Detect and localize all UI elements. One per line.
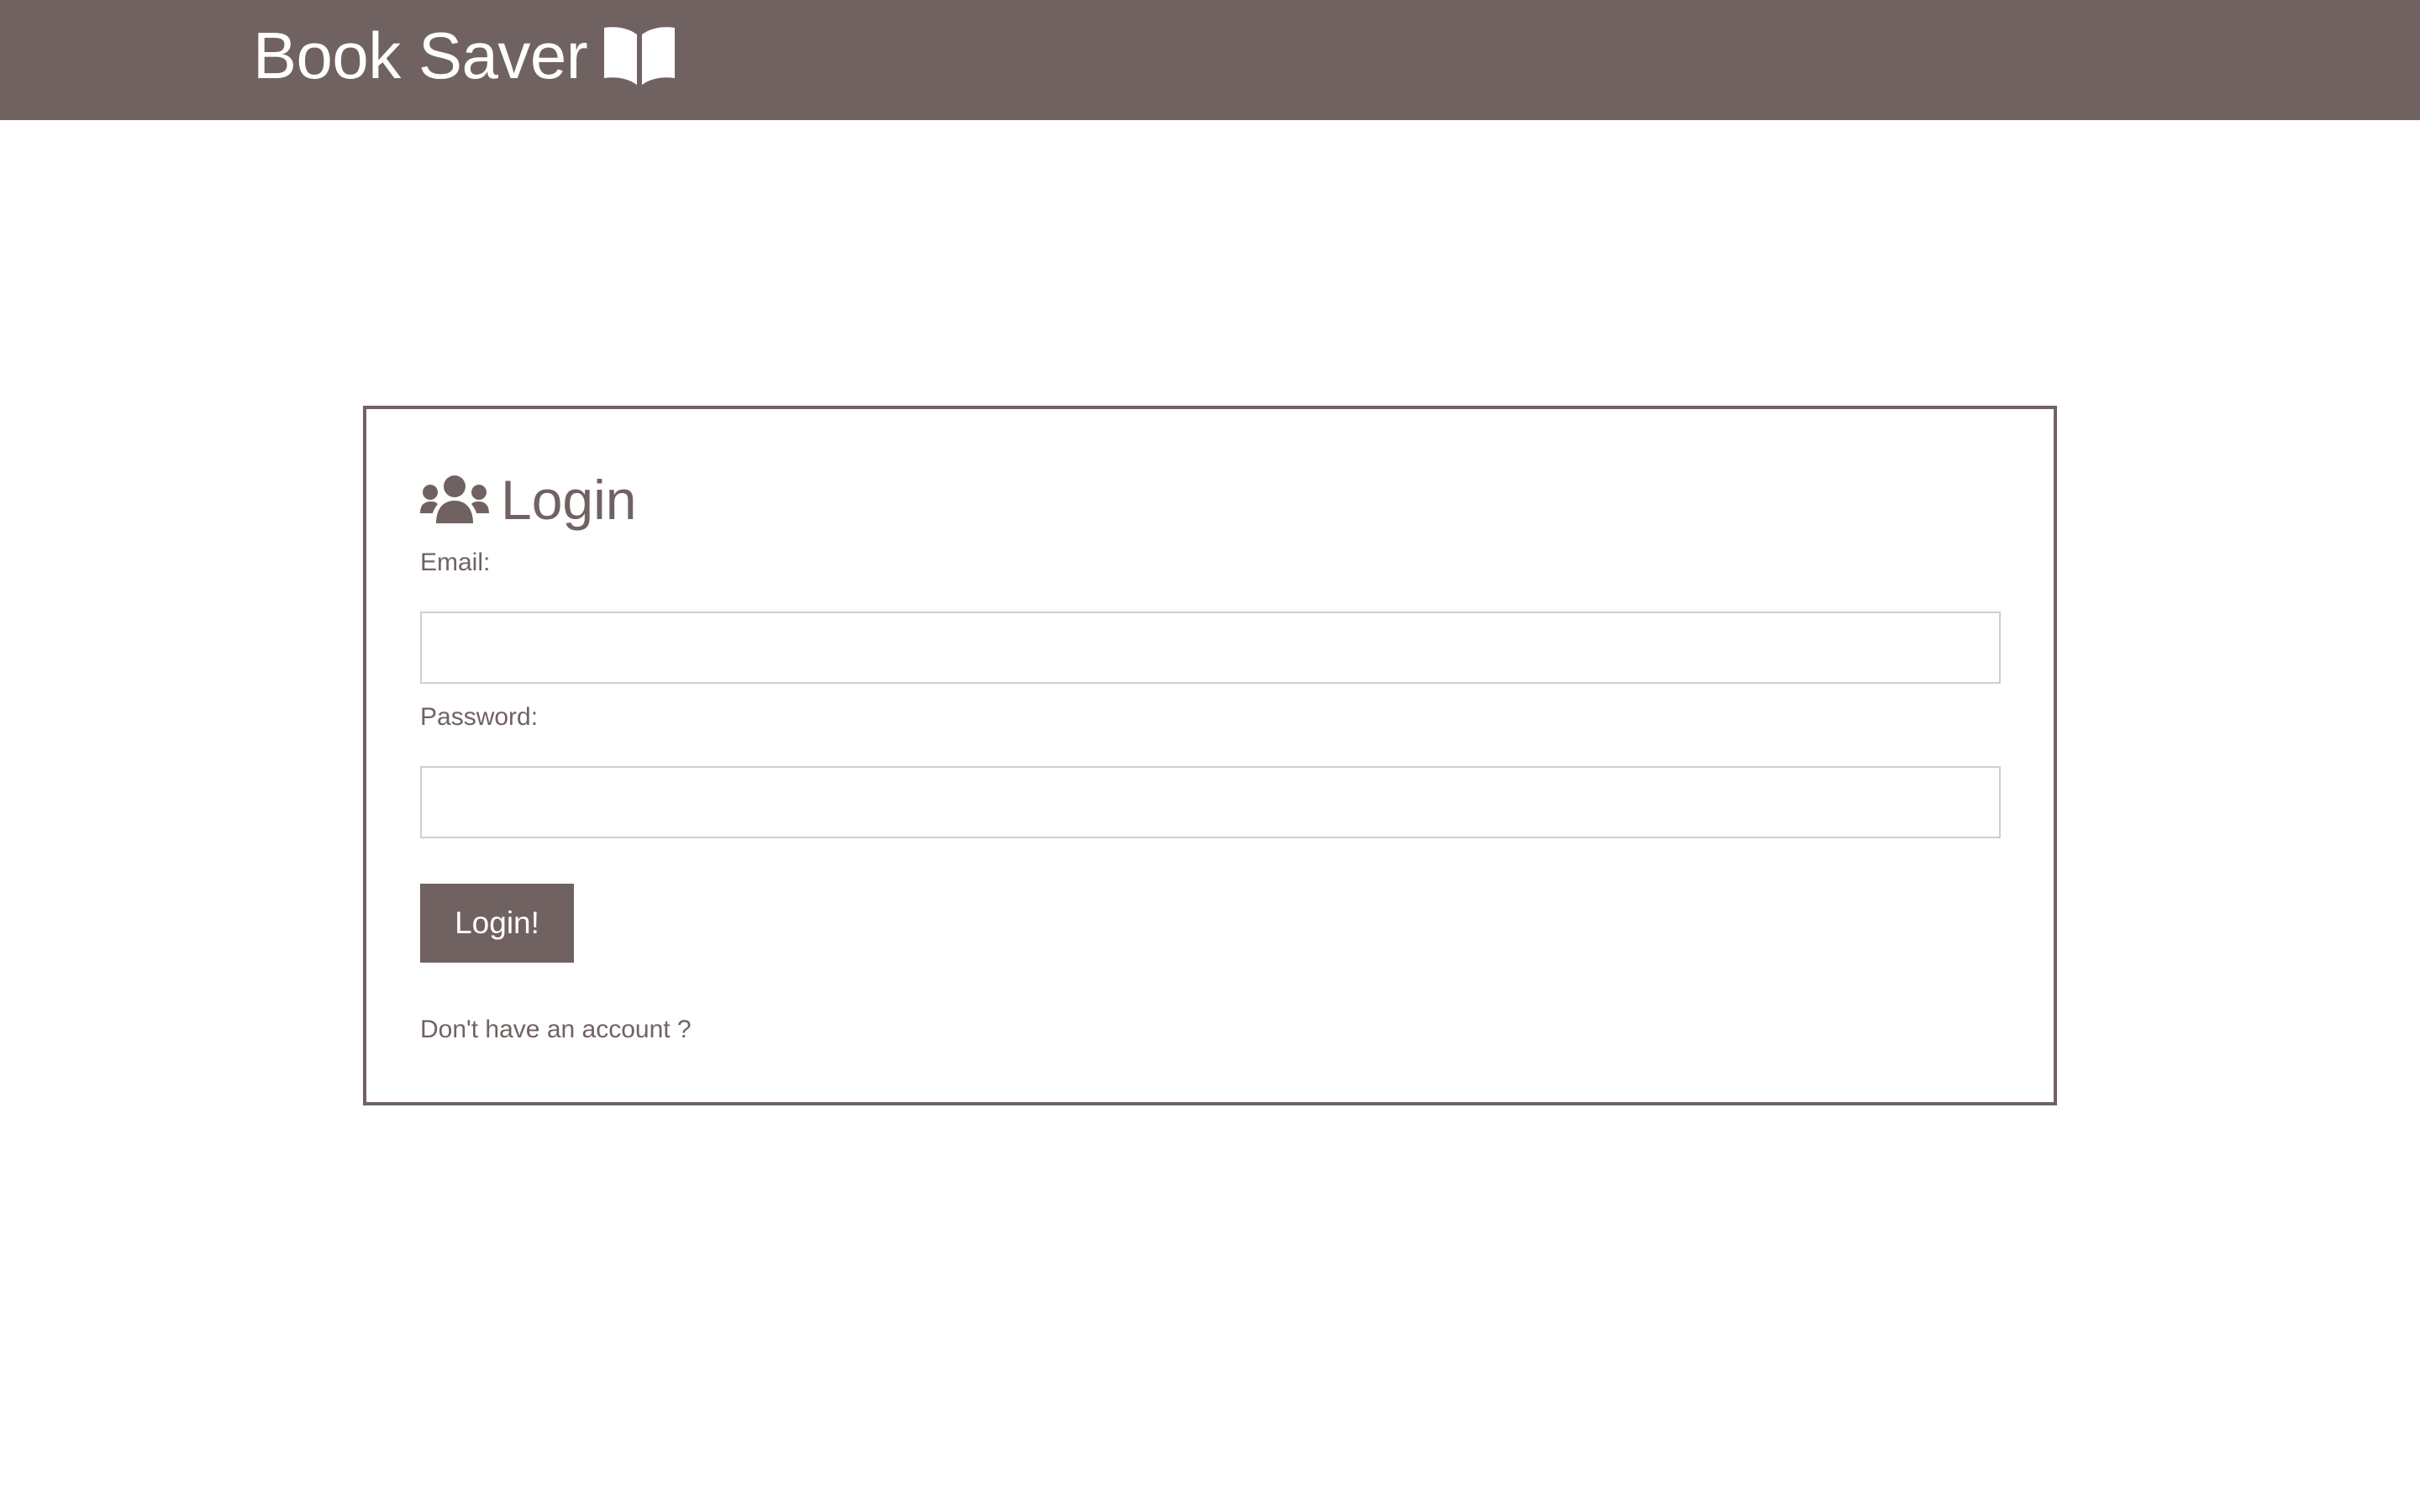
signup-link[interactable]: Don't have an account ? <box>420 1015 692 1045</box>
email-label: Email: <box>420 549 491 576</box>
brand-title: Book Saver <box>253 18 588 92</box>
email-field[interactable] <box>420 612 2001 684</box>
password-label: Password: <box>420 703 539 731</box>
login-heading: Login <box>420 466 637 533</box>
open-book-icon <box>604 27 676 85</box>
navbar: Book Saver <box>0 0 2420 120</box>
users-icon <box>420 475 489 523</box>
login-heading-text: Login <box>501 469 637 531</box>
login-card: Login Email: Password: Login! Don't have… <box>363 406 2057 1105</box>
password-field[interactable] <box>420 766 2001 838</box>
login-button[interactable]: Login! <box>420 884 574 963</box>
brand-link[interactable]: Book Saver <box>253 15 678 96</box>
